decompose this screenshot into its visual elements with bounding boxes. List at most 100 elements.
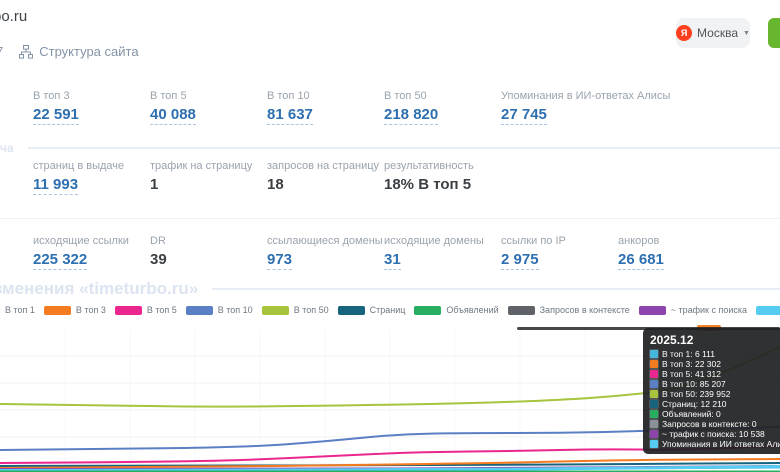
stat-value-link[interactable]: 225 322 (33, 251, 87, 270)
legend-swatch (44, 306, 71, 315)
legend-item-top5[interactable]: В топ 5 (115, 305, 177, 315)
legend-item-top3[interactable]: В топ 3 (44, 305, 106, 315)
region-selector[interactable]: Я Москва ▼ (676, 18, 750, 48)
stat-label: В топ 50 (384, 90, 501, 102)
tooltip-swatch (650, 440, 658, 448)
legend-swatch (508, 306, 535, 315)
stat-value: 18% В топ 5 (384, 176, 471, 193)
legend-label: В топ 3 (76, 305, 106, 315)
legend-label: В топ 50 (294, 305, 329, 315)
stat-value-link[interactable]: 31 (384, 251, 401, 270)
stat-value-link[interactable]: 973 (267, 251, 292, 270)
site-structure-link[interactable]: Структура сайта (19, 44, 138, 59)
stat-label: результативность (384, 160, 780, 172)
legend-swatch (115, 306, 142, 315)
stat-top3: В топ 3 22 591 (33, 90, 150, 125)
dashboard-page: bo.ru 7 Структура сайта Я Москва ▼ В топ… (0, 0, 780, 472)
tooltip-text: Запросов в контексте: 0 (662, 419, 757, 429)
tooltip-row: Упоминания в ИИ ответах Алисы: 25 1 (650, 439, 780, 449)
stat-label: анкоров (618, 235, 780, 247)
legend-swatch (262, 306, 289, 315)
stat-pages-serp: страниц в выдаче 11 993 (33, 160, 150, 195)
stat-value-link[interactable]: 26 681 (618, 251, 664, 270)
legend-label: Объявлений (446, 305, 498, 315)
stat-outgoing-links: исходящие ссылки 225 322 (33, 235, 150, 270)
tooltip-row: В топ 5: 41 312 (650, 369, 780, 379)
tooltip-row: ~ трафик с поиска: 10 538 (650, 429, 780, 439)
sitemap-icon (19, 45, 33, 59)
stat-label: Упоминания в ИИ-ответах Алисы (501, 90, 780, 102)
stat-referring-domains: ссылающиеся домены 973 (267, 235, 384, 270)
stat-label: В топ 3 (33, 90, 150, 102)
chart-legend: В топ 1 В топ 3 В топ 5 В топ 10 В топ 5… (0, 305, 780, 315)
stat-label: трафик на страницу (150, 160, 267, 172)
legend-swatch (338, 306, 365, 315)
tooltip-swatch (650, 360, 658, 368)
legend-label: В топ 1 (5, 305, 35, 315)
stat-value: 18 (267, 176, 284, 193)
stat-value-link[interactable]: 81 637 (267, 106, 313, 125)
tooltip-text: Упоминания в ИИ ответах Алисы: 25 1 (662, 439, 780, 449)
stat-value-link[interactable]: 22 591 (33, 106, 79, 125)
stat-label: ссылающиеся домены (267, 235, 384, 247)
tooltip-text: В топ 5: 41 312 (662, 369, 721, 379)
legend-label: ~ трафик с поиска (671, 305, 747, 315)
legend-item-top1[interactable]: В топ 1 (0, 305, 35, 315)
stat-label: В топ 10 (267, 90, 384, 102)
stat-value: 1 (150, 176, 158, 193)
tooltip-swatch (650, 430, 658, 438)
legend-swatch (756, 306, 780, 315)
tooltip-text: Страниц: 12 210 (662, 399, 727, 409)
section-divider (212, 288, 780, 290)
tooltip-row: Страниц: 12 210 (650, 399, 780, 409)
tooltip-text: ~ трафик с поиска: 10 538 (662, 429, 765, 439)
stat-label: В топ 5 (150, 90, 267, 102)
counter-partial: 7 (0, 44, 3, 59)
stat-top10: В топ 10 81 637 (267, 90, 384, 125)
region-label: Москва (697, 26, 738, 40)
stat-value-link[interactable]: 2 975 (501, 251, 539, 270)
stat-dr: DR 39 (150, 235, 267, 270)
tooltip-row: Запросов в контексте: 0 (650, 419, 780, 429)
legend-item-top10[interactable]: В топ 10 (186, 305, 253, 315)
legend-swatch (639, 306, 666, 315)
tooltip-swatch (650, 370, 658, 378)
legend-item-pages[interactable]: Страниц (338, 305, 406, 315)
tooltip-swatch (650, 420, 658, 428)
action-button[interactable] (768, 18, 780, 48)
stat-top50: В топ 50 218 820 (384, 90, 501, 125)
tooltip-swatch (650, 350, 658, 358)
tooltip-text: В топ 10: 85 207 (662, 379, 726, 389)
stat-label: исходящие ссылки (33, 235, 150, 247)
stat-value-link[interactable]: 218 820 (384, 106, 438, 125)
tooltip-row: В топ 1: 6 111 (650, 349, 780, 359)
tooltip-swatch (650, 400, 658, 408)
stat-value-link[interactable]: 27 745 (501, 106, 547, 125)
chart-tooltip: 2025.12 В топ 1: 6 111 В топ 3: 22 302 В… (643, 328, 780, 454)
tooltip-text: В топ 50: 239 952 (662, 389, 730, 399)
stat-value-link[interactable]: 40 088 (150, 106, 196, 125)
legend-swatch (414, 306, 441, 315)
stat-value-link[interactable]: 11 993 (33, 176, 78, 195)
stat-top5: В топ 5 40 088 (150, 90, 267, 125)
stat-traffic-per-page: трафик на страницу 1 (150, 160, 267, 195)
row-divider (0, 218, 780, 219)
site-structure-label: Структура сайта (39, 44, 138, 59)
legend-item-context-queries[interactable]: Запросов в контексте (508, 305, 630, 315)
domain-title: bo.ru (0, 8, 27, 25)
stat-anchors: анкоров 26 681 (618, 235, 780, 270)
stat-label: запросов на страницу (267, 160, 384, 172)
yandex-icon: Я (676, 25, 692, 41)
chevron-down-icon: ▼ (743, 30, 750, 37)
stat-outgoing-domains: исходящие домены 31 (384, 235, 501, 270)
legend-label: В топ 5 (147, 305, 177, 315)
legend-item-ads[interactable]: Объявлений (414, 305, 498, 315)
legend-item-search-traffic[interactable]: ~ трафик с поиска (639, 305, 747, 315)
tooltip-swatch (650, 380, 658, 388)
legend-item-alice-mentions[interactable]: Упоминания в ИИ ответах Алисы (756, 305, 780, 315)
legend-item-top50[interactable]: В топ 50 (262, 305, 329, 315)
tooltip-date: 2025.12 (650, 333, 780, 347)
tooltip-text: В топ 1: 6 111 (662, 349, 715, 359)
section-title-partial: ча (0, 141, 14, 155)
stat-label: DR (150, 235, 267, 247)
